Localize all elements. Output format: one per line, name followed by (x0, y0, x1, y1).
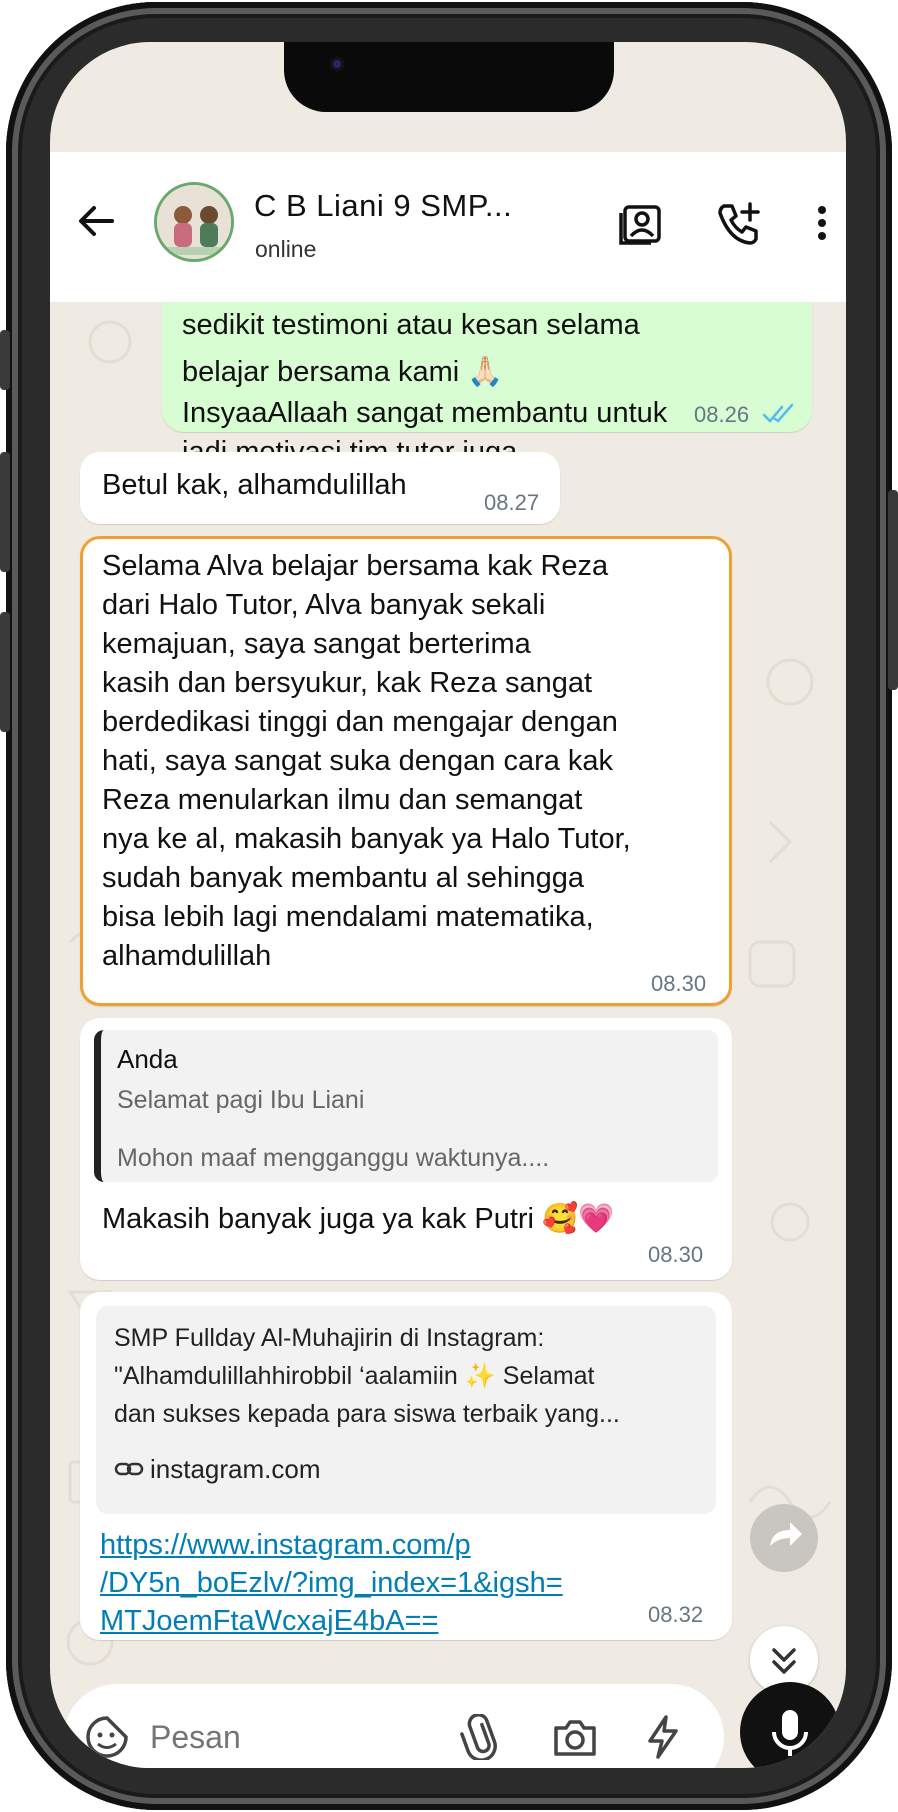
phone-side-button (0, 612, 10, 732)
message-line: alhamdulillah (102, 940, 272, 972)
message-bubble-incoming-highlighted[interactable]: Selama Alva belajar bersama kak Reza dar… (80, 536, 732, 1006)
link-preview-description: dan sukses kepada para siswa terbaik yan… (114, 1400, 620, 1428)
contact-card-icon[interactable] (616, 198, 666, 248)
phone-plus-icon[interactable] (714, 198, 764, 248)
message-time: 08.27 (484, 490, 540, 515)
url-line[interactable]: MTJoemFtaWcxajE4bA== (100, 1602, 563, 1640)
message-time: 08.26 (694, 402, 750, 427)
message-line: hati, saya sangat suka dengan cara kak (102, 745, 614, 777)
front-camera (330, 57, 344, 71)
link-preview-card[interactable]: SMP Fullday Al-Muhajirin di Instagram: "… (96, 1306, 716, 1514)
message-line: dari Halo Tutor, Alva banyak sekali (102, 589, 546, 621)
sticker-icon[interactable] (84, 1714, 130, 1760)
message-line: InsyaaAllaah sangat membantu untuk (182, 397, 668, 429)
chat-title[interactable]: C B Liani 9 SMP... (254, 188, 512, 224)
quote-text: Mohon maaf mengganggu waktunya.... (117, 1144, 550, 1172)
forward-button[interactable] (750, 1504, 818, 1572)
message-bubble-incoming-link[interactable]: SMP Fullday Al-Muhajirin di Instagram: "… (80, 1292, 732, 1640)
message-line: kemajuan, saya sangat berterima (102, 628, 531, 660)
message-line: belajar bersama kami 🙏🏻 (182, 356, 504, 388)
phone-side-button (0, 452, 10, 572)
lightning-icon[interactable] (644, 1714, 682, 1760)
message-text: Betul kak, alhamdulillah (102, 469, 407, 501)
message-line: Selama Alva belajar bersama kak Reza (102, 550, 609, 582)
chat-status: online (255, 236, 317, 262)
voice-message-button[interactable] (740, 1682, 840, 1768)
link-preview-domain: instagram.com (150, 1454, 321, 1484)
message-line: kasih dan bersyukur, kak Reza sangat (102, 667, 593, 699)
message-line: sudah banyak membantu al sehingga (102, 862, 585, 894)
message-line: bisa lebih lagi mendalami matematika, (102, 901, 594, 933)
link-preview-description: "Alhamdulillahhirobbil ‘aalamiin ✨ Selam… (114, 1362, 595, 1390)
message-line: berdedikasi tinggi dan mengajar dengan (102, 706, 618, 738)
quote-author: Anda (117, 1044, 178, 1074)
message-text: Selama Alva belajar bersama kak Reza dar… (102, 547, 631, 976)
message-input[interactable] (150, 1710, 390, 1764)
avatar-image (157, 185, 231, 259)
message-time: 08.32 (648, 1602, 704, 1627)
message-bubble-incoming[interactable]: Betul kak, alhamdulillah 08.27 (80, 452, 560, 524)
url-line[interactable]: https://www.instagram.com/p (100, 1526, 563, 1564)
message-time: 08.30 (651, 971, 707, 996)
microphone-icon (772, 1710, 808, 1756)
message-text: Makasih banyak juga ya kak Putri 🥰💗 (102, 1203, 615, 1235)
double-check-icon (762, 403, 794, 423)
more-vertical-icon[interactable] (808, 198, 836, 248)
phone-side-button (0, 330, 10, 390)
message-bubble-incoming[interactable]: Anda Selamat pagi Ibu Liani Mohon maaf m… (80, 1018, 732, 1280)
link-preview-title: SMP Fullday Al-Muhajirin di Instagram: (114, 1324, 545, 1352)
message-input-bar (64, 1684, 724, 1768)
url-line[interactable]: /DY5n_boEzlv/?img_index=1&igsh= (100, 1564, 563, 1602)
camera-icon[interactable] (552, 1716, 598, 1758)
message-link[interactable]: https://www.instagram.com/p /DY5n_boEzlv… (100, 1526, 563, 1640)
message-line: sedikit testimoni atau kesan selama (182, 309, 640, 341)
forward-icon (770, 1522, 802, 1546)
message-list[interactable]: sedikit testimoni atau kesan selama bela… (50, 262, 846, 1722)
chat-screen: C B Liani 9 SMP... online sedikit testim… (50, 42, 846, 1768)
message-line: Reza menularkan ilmu dan semangat (102, 784, 583, 816)
link-icon (114, 1462, 144, 1476)
chat-header: C B Liani 9 SMP... online (50, 152, 846, 302)
phone-notch (284, 42, 614, 112)
phone-side-button (888, 490, 898, 690)
paperclip-icon[interactable] (460, 1714, 500, 1760)
avatar[interactable] (154, 182, 234, 262)
message-time: 08.30 (648, 1242, 704, 1267)
arrow-left-icon[interactable] (72, 197, 120, 245)
quoted-message[interactable]: Anda Selamat pagi Ibu Liani Mohon maaf m… (94, 1030, 718, 1182)
message-text: sedikit testimoni atau kesan selama bela… (182, 306, 667, 472)
quote-text: Selamat pagi Ibu Liani (117, 1086, 365, 1114)
message-line: nya ke al, makasih banyak ya Halo Tutor, (102, 823, 631, 855)
